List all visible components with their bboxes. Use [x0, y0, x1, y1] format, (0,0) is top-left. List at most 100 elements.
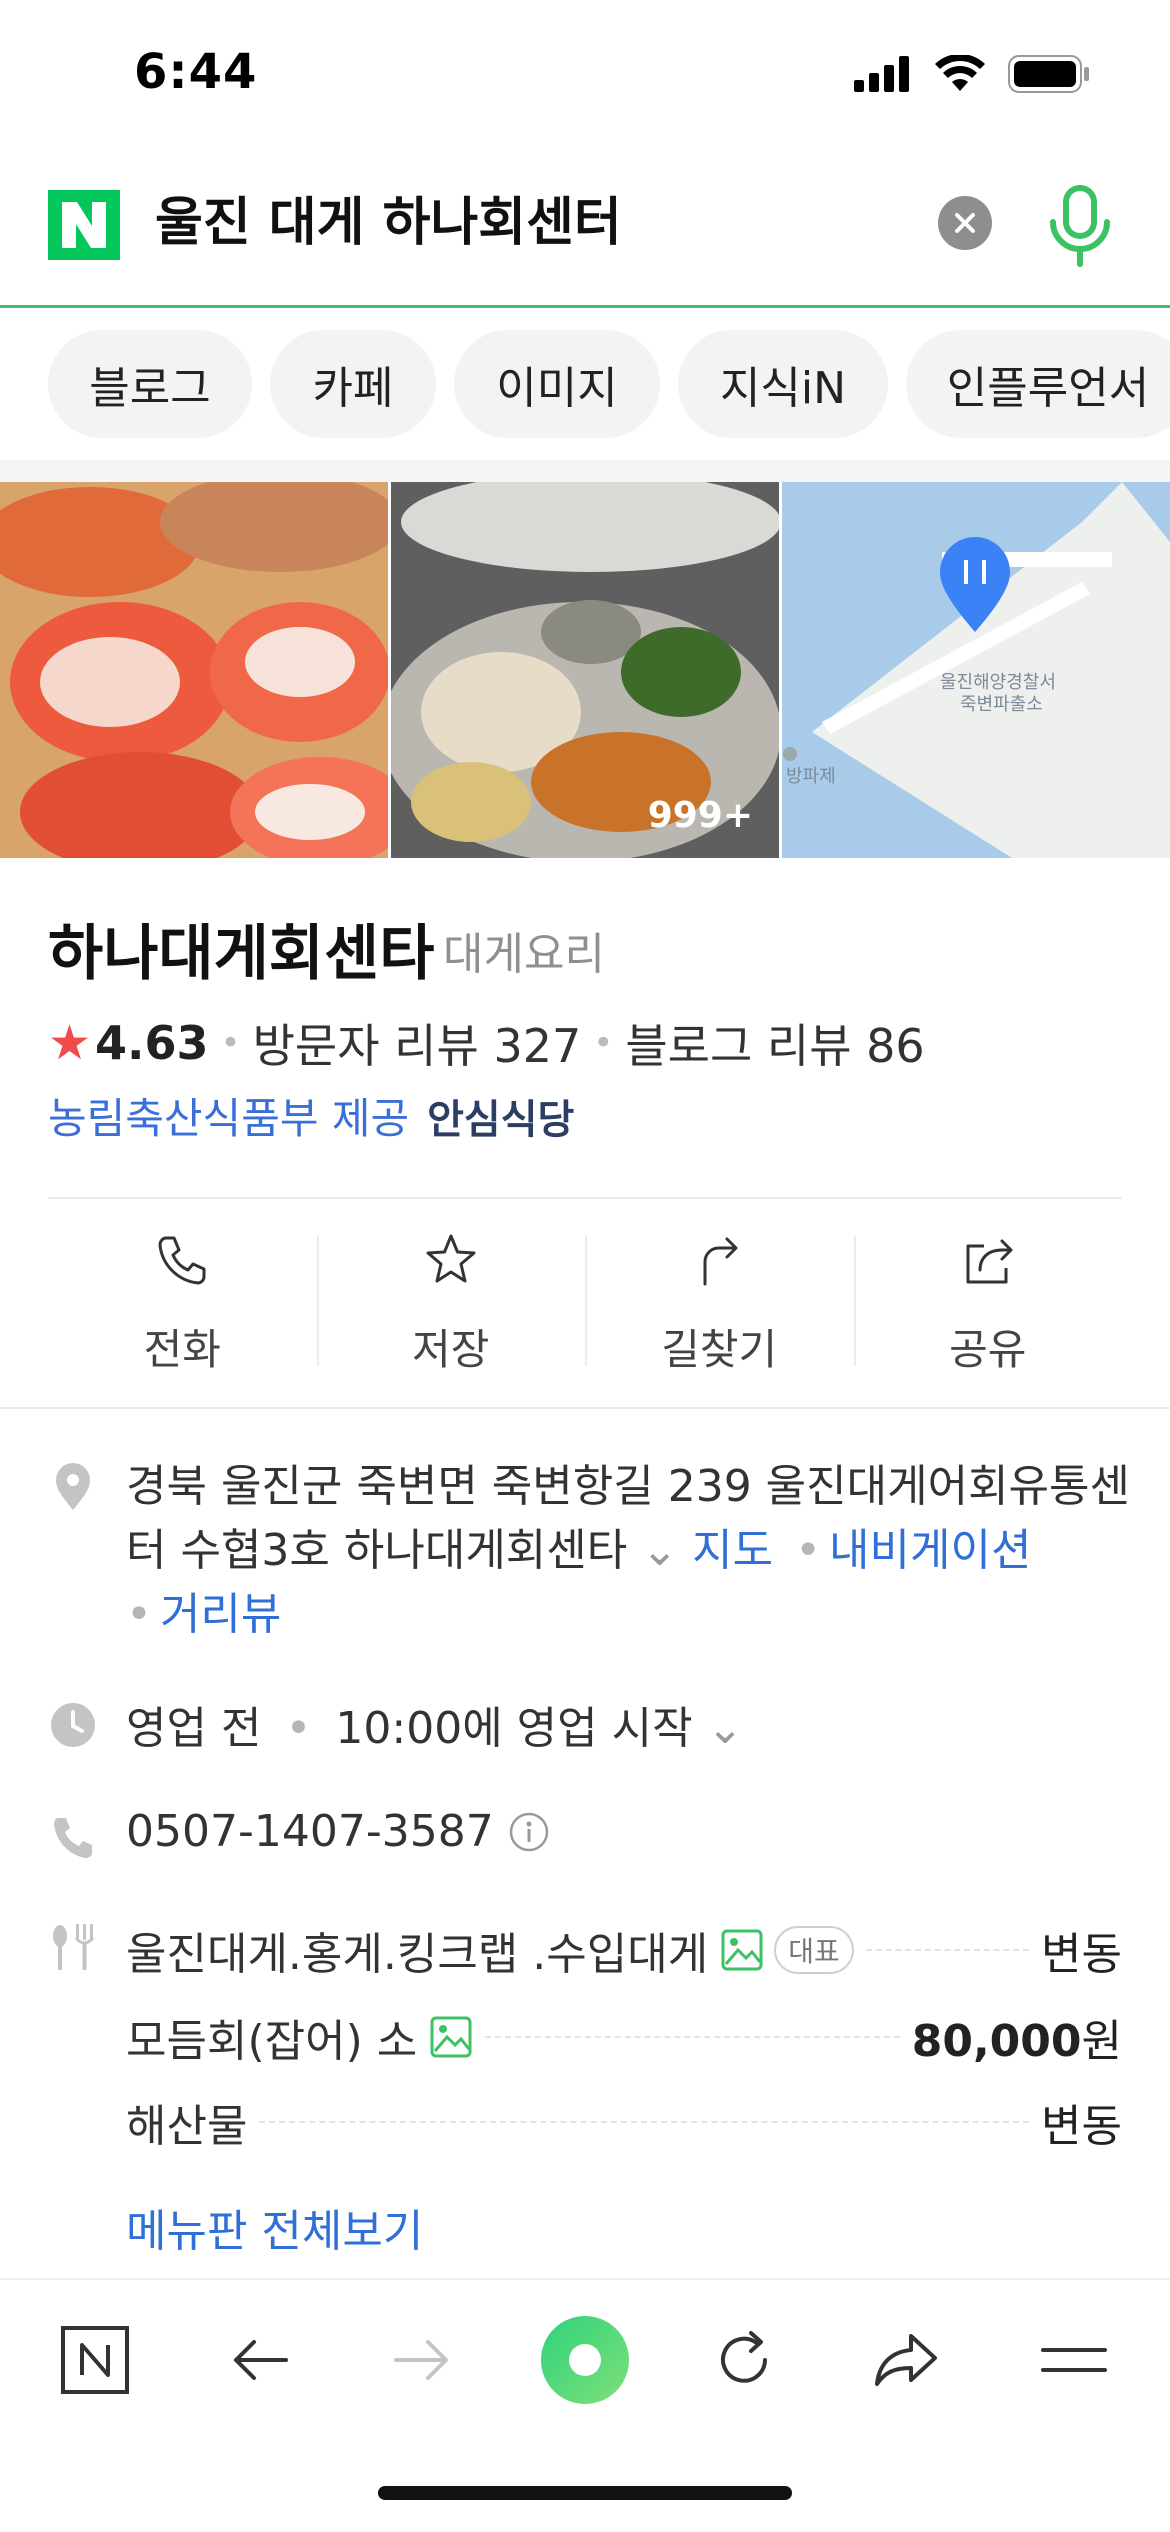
cert-provider-link[interactable]: 농림축산식품부 제공	[48, 1085, 409, 1146]
map-label-substation: 죽변파출소	[960, 694, 1043, 715]
wifi-icon	[935, 55, 985, 91]
hours-detail: 10:00에 영업 시작	[335, 1703, 693, 1754]
share-button[interactable]: 공유	[853, 1230, 1123, 1380]
menu-leader	[259, 2121, 1030, 2123]
representative-badge: 대표	[774, 1926, 854, 1974]
home-indicator[interactable]	[378, 2486, 792, 2500]
call-label: 전화	[143, 1325, 221, 1374]
chevron-down-icon: ⌄	[706, 1703, 744, 1754]
separator-dot: •	[126, 1589, 152, 1640]
rating-row: ★ 4.63 • 방문자 리뷰 327 • 블로그 리뷰 86	[48, 1010, 925, 1076]
search-bar: 울진 대게 하나회센터	[0, 160, 1170, 308]
crab-legs-image	[0, 482, 388, 858]
tab-blog[interactable]: 블로그	[48, 330, 252, 438]
directions-label: 길찾기	[661, 1325, 778, 1374]
menu-button[interactable]	[1024, 2310, 1124, 2410]
separator-dot: •	[795, 1525, 822, 1576]
call-button[interactable]: 전화	[48, 1230, 317, 1380]
forward-button[interactable]	[372, 2310, 472, 2410]
naver-logo-icon[interactable]	[48, 190, 120, 260]
menu-item[interactable]: 모듬회(잡어) 소 80,000원	[126, 2007, 1122, 2067]
refresh-button[interactable]	[694, 2310, 794, 2410]
map-image: 울진해양경찰서 죽변파출소 방파제	[782, 482, 1170, 858]
arrow-right-icon	[394, 2340, 448, 2380]
menu-leader	[865, 1949, 1030, 1951]
directions-icon	[703, 1237, 738, 1286]
tab-images[interactable]: 이미지	[454, 330, 660, 438]
signal-icon	[854, 56, 909, 92]
price-unit: 원	[1081, 2016, 1122, 2067]
menu-item-name: 울진대게.홍게.킹크랩 .수입대게	[126, 1929, 709, 1980]
clear-search-button[interactable]	[938, 196, 992, 250]
menu-item-price: 변동	[1041, 2101, 1122, 2152]
phone-row: 0507-1407-3587	[126, 1806, 550, 1857]
chevron-down-icon[interactable]: ⌄	[641, 1525, 678, 1576]
search-tabs: 블로그 카페 이미지 지식iN 인플루언서	[0, 310, 1170, 460]
menu-leader	[485, 2036, 900, 2038]
directions-button[interactable]: 길찾기	[585, 1230, 854, 1380]
place-category: 대게요리	[443, 929, 605, 980]
image-icon[interactable]	[720, 1928, 764, 1972]
save-label: 저장	[412, 1325, 490, 1374]
star-icon	[426, 1234, 476, 1283]
divider	[0, 1407, 1170, 1409]
green-dot-button[interactable]	[535, 2310, 635, 2410]
rating-score: 4.63	[95, 1016, 209, 1070]
business-hours[interactable]: 영업 전 • 10:00에 영업 시작 ⌄	[126, 1692, 743, 1756]
hamburger-icon	[1041, 2348, 1107, 2372]
share-arrow-icon	[875, 2334, 937, 2386]
tab-influencer[interactable]: 인플루언서	[906, 330, 1170, 438]
map-thumbnail[interactable]: 울진해양경찰서 죽변파출소 방파제	[782, 482, 1170, 858]
navigation-link[interactable]: 내비게이션	[829, 1525, 1031, 1576]
action-bar: 전화 저장 길찾기 공유	[48, 1230, 1122, 1380]
star-icon: ★	[48, 1015, 92, 1071]
share-icon	[966, 1239, 1013, 1284]
microphone-icon[interactable]	[1045, 182, 1115, 272]
refresh-icon	[721, 2331, 767, 2383]
close-icon	[955, 213, 975, 233]
street-view-link[interactable]: 거리뷰	[160, 1589, 281, 1640]
sashimi-photo[interactable]: 999+	[391, 482, 779, 858]
view-full-menu-link[interactable]: 메뉴판 전체보기	[126, 2195, 423, 2259]
location-pin-icon	[56, 1463, 90, 1510]
status-bar: 6:44	[0, 0, 1170, 150]
crab-photo[interactable]	[0, 482, 388, 858]
address-block: 경북 울진군 죽변면 죽변항길 239 울진대게어회유통센터 수협3호 하나대게…	[126, 1455, 1136, 1647]
status-icons	[854, 55, 1090, 93]
separator-dot: •	[285, 1703, 312, 1754]
phone-number[interactable]: 0507-1407-3587	[126, 1806, 494, 1857]
menu-item-price: 80,000원	[912, 2005, 1122, 2069]
menu-item[interactable]: 울진대게.홍게.킹크랩 .수입대게 대표 변동	[126, 1920, 1122, 1980]
search-input[interactable]: 울진 대게 하나회센터	[155, 188, 622, 258]
menu-item[interactable]: 해산물 변동	[126, 2092, 1122, 2152]
share-label: 공유	[949, 1325, 1027, 1374]
status-time: 6:44	[134, 44, 258, 100]
menu-item-name: 해산물	[126, 2101, 248, 2152]
arrow-left-icon	[234, 2340, 288, 2380]
section-divider	[0, 460, 1170, 482]
back-button[interactable]	[210, 2310, 310, 2410]
map-link[interactable]: 지도	[692, 1525, 773, 1576]
tab-knowledge-in[interactable]: 지식iN	[678, 330, 888, 438]
phone-icon	[158, 1236, 206, 1285]
battery-icon	[1008, 55, 1089, 93]
image-icon[interactable]	[429, 2015, 473, 2059]
menu-item-price: 변동	[1041, 1929, 1122, 1980]
green-dot-icon	[541, 2316, 629, 2404]
safe-restaurant-badge: 안심식당	[427, 1096, 575, 1143]
save-button[interactable]: 저장	[316, 1230, 586, 1380]
phone-icon	[54, 1818, 92, 1858]
info-icon[interactable]	[508, 1811, 550, 1853]
photo-strip: 999+ 울진해양경찰서 죽변파출소 방파제	[0, 482, 1170, 858]
share-button[interactable]	[856, 2310, 956, 2410]
visitor-reviews-link[interactable]: 방문자 리뷰 327	[253, 1010, 582, 1076]
photo-count: 999+	[647, 795, 753, 836]
blog-reviews-link[interactable]: 블로그 리뷰 86	[625, 1010, 924, 1076]
hours-status: 영업 전	[126, 1703, 262, 1754]
naver-home-button[interactable]	[45, 2310, 145, 2410]
map-label-coastguard: 울진해양경찰서	[940, 672, 1056, 693]
certification-row: 농림축산식품부 제공 안심식당	[48, 1085, 574, 1146]
clock-icon	[51, 1703, 95, 1747]
tab-cafe[interactable]: 카페	[270, 330, 436, 438]
place-name[interactable]: 하나대게회센타	[48, 905, 434, 992]
